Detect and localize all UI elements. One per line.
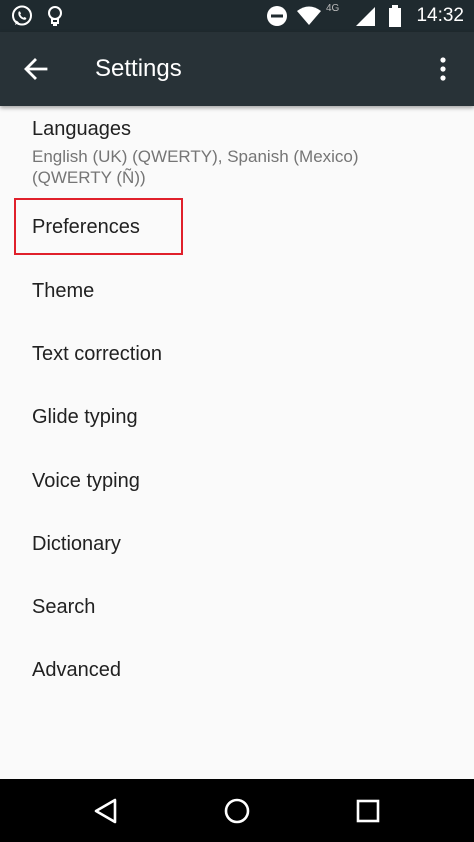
page-title: Settings — [95, 55, 182, 82]
back-arrow-icon — [24, 58, 48, 80]
settings-item-label: Search — [32, 596, 96, 618]
settings-item-label: Voice typing — [32, 470, 140, 492]
overflow-menu-button[interactable] — [426, 47, 460, 91]
app-bar: Settings — [0, 32, 474, 106]
back-button[interactable] — [14, 47, 58, 91]
settings-item-advanced[interactable]: Advanced — [0, 639, 474, 701]
settings-item-text-correction[interactable]: Text correction — [0, 323, 474, 385]
highlight-box — [14, 198, 183, 255]
cell-signal-icon — [354, 0, 376, 32]
settings-item-label: Theme — [32, 280, 95, 302]
nav-home-button[interactable] — [207, 779, 267, 842]
settings-item-voice-typing[interactable]: Voice typing — [0, 450, 474, 512]
recents-square-icon — [356, 799, 380, 822]
nav-back-button[interactable] — [76, 779, 136, 842]
settings-item-search[interactable]: Search — [0, 576, 474, 638]
settings-item-glide-typing[interactable]: Glide typing — [0, 386, 474, 448]
battery-icon — [388, 0, 402, 32]
settings-item-label: Advanced — [32, 659, 121, 681]
settings-item-label: Text correction — [32, 343, 163, 365]
wifi-icon — [296, 0, 322, 32]
settings-item-label: Languages — [32, 118, 131, 140]
settings-item-theme[interactable]: Theme — [0, 260, 474, 322]
status-bar: 4G 14:32 — [0, 0, 474, 32]
status-time: 14:32 — [416, 5, 464, 26]
back-triangle-icon — [94, 798, 117, 823]
do-not-disturb-icon — [266, 0, 288, 32]
home-circle-icon — [224, 798, 250, 823]
whatsapp-icon — [10, 0, 34, 32]
settings-item-label: Dictionary — [32, 533, 121, 555]
settings-item-label: Glide typing — [32, 406, 138, 428]
overflow-menu-icon — [440, 57, 446, 81]
lightbulb-icon — [46, 0, 64, 32]
network-type-label: 4G — [326, 3, 340, 14]
languages-summary: English (UK) (QWERTY), Spanish (Mexico) … — [32, 147, 359, 187]
nav-recents-button[interactable] — [338, 779, 398, 842]
navigation-bar — [0, 779, 474, 842]
settings-item-dictionary[interactable]: Dictionary — [0, 513, 474, 575]
